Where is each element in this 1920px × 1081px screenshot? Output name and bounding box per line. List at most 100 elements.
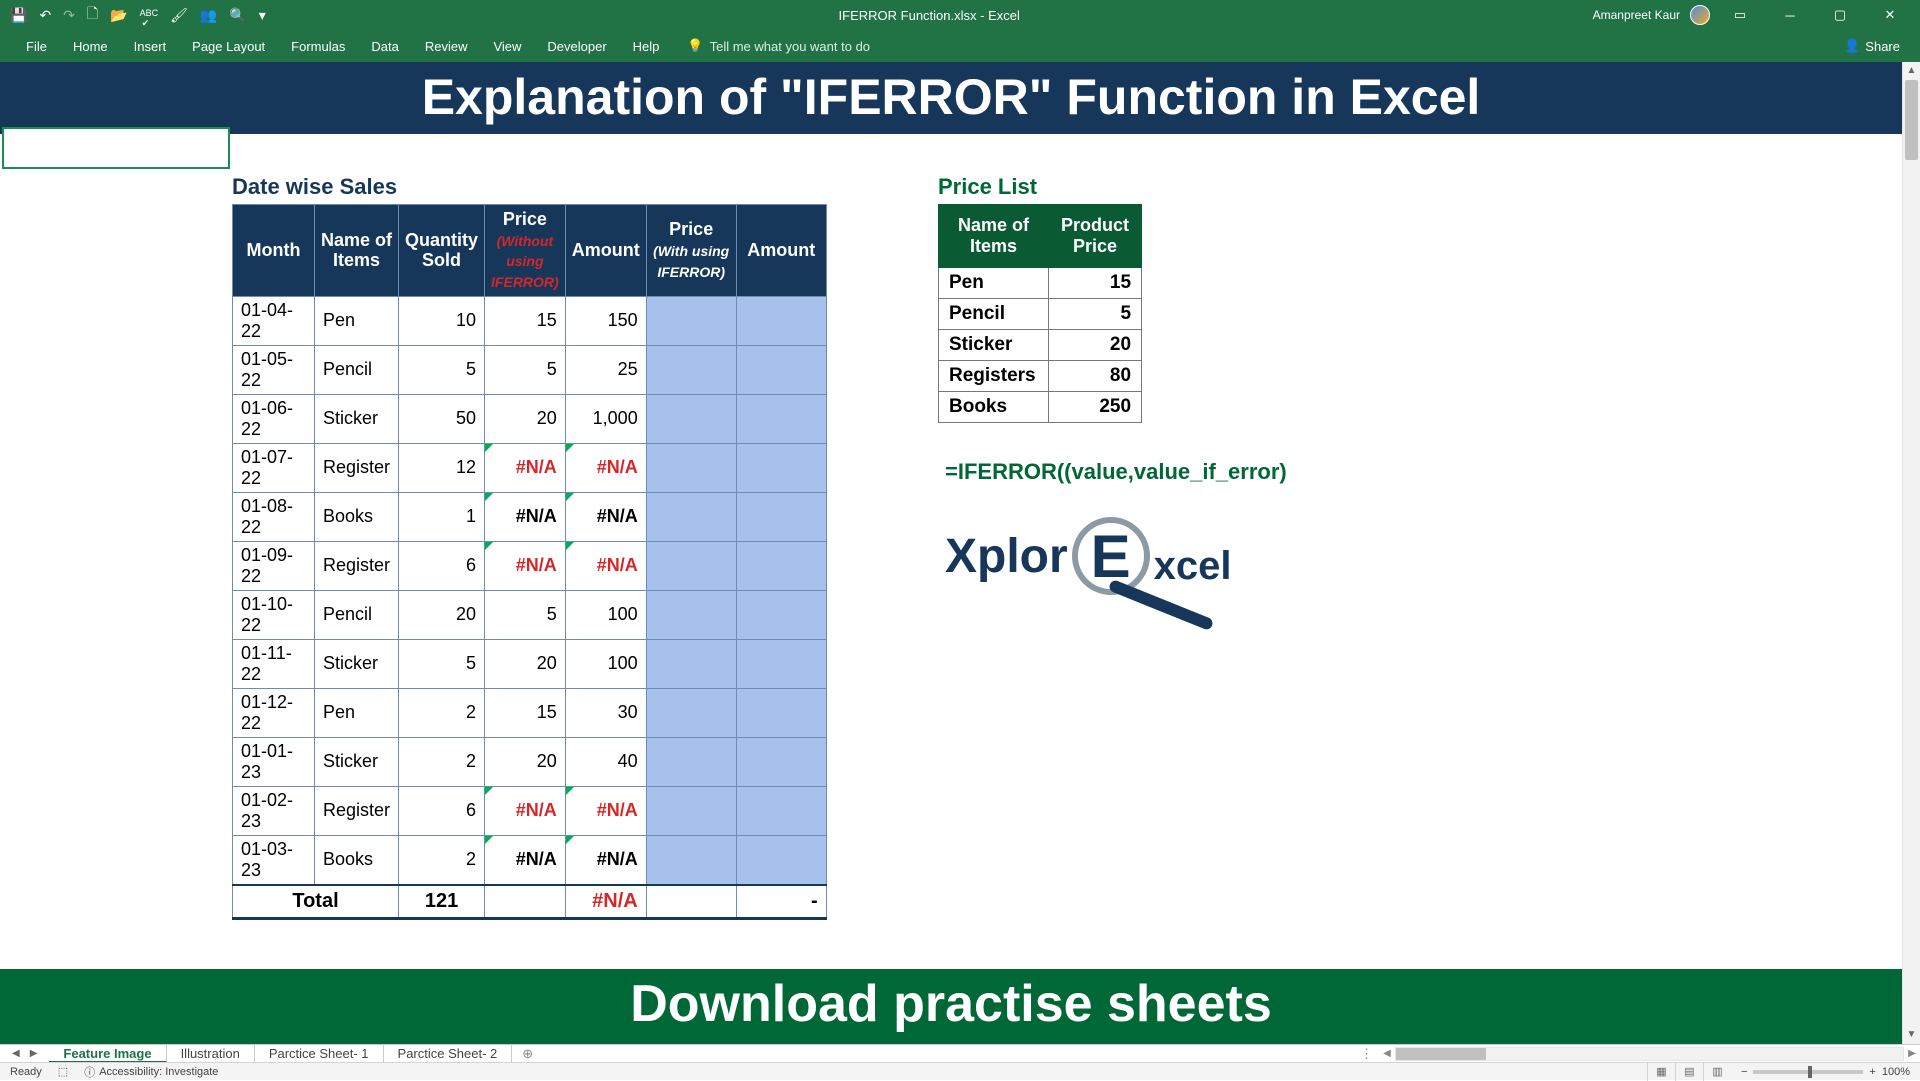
- scroll-right-icon[interactable]: ▶: [1904, 1048, 1920, 1059]
- sheet-tab-practice-1[interactable]: Parctice Sheet- 1: [255, 1045, 384, 1063]
- table-row[interactable]: Sticker20: [939, 330, 1142, 361]
- page-layout-view-icon[interactable]: ▤: [1675, 1063, 1703, 1081]
- cell-qty[interactable]: 2: [399, 835, 485, 885]
- page-break-view-icon[interactable]: ▥: [1703, 1063, 1731, 1081]
- cell-price-with[interactable]: [646, 737, 736, 786]
- cell-amount[interactable]: #N/A: [565, 443, 646, 492]
- cell-month[interactable]: 01-01-23: [233, 737, 315, 786]
- cell-qty[interactable]: 6: [399, 541, 485, 590]
- cell-qty[interactable]: 6: [399, 786, 485, 835]
- table-row[interactable]: 01-09-22Register6#N/A#N/A: [233, 541, 827, 590]
- cell-price-without[interactable]: 20: [485, 639, 566, 688]
- cell-item[interactable]: Sticker: [315, 737, 399, 786]
- pl-price[interactable]: 15: [1049, 268, 1142, 299]
- cell-qty[interactable]: 12: [399, 443, 485, 492]
- close-icon[interactable]: ✕: [1870, 0, 1910, 30]
- cell-price-without[interactable]: #N/A: [485, 835, 566, 885]
- share-icon[interactable]: 👥: [200, 7, 217, 24]
- cell-qty[interactable]: 20: [399, 590, 485, 639]
- cell-item[interactable]: Pencil: [315, 345, 399, 394]
- cell-amount[interactable]: #N/A: [565, 835, 646, 885]
- cell-amount[interactable]: 25: [565, 345, 646, 394]
- cell-amount[interactable]: #N/A: [565, 541, 646, 590]
- cell-price-without[interactable]: #N/A: [485, 786, 566, 835]
- share-button[interactable]: 👤 Share: [1844, 38, 1920, 54]
- table-row[interactable]: 01-07-22Register12#N/A#N/A: [233, 443, 827, 492]
- cell-amount2[interactable]: [736, 492, 826, 541]
- hscroll-thumb[interactable]: [1396, 1048, 1486, 1060]
- worksheet[interactable]: Explanation of "IFERROR" Function in Exc…: [0, 62, 1920, 1044]
- cell-item[interactable]: Books: [315, 835, 399, 885]
- cell-price-with[interactable]: [646, 541, 736, 590]
- cell-amount2[interactable]: [736, 345, 826, 394]
- pl-name[interactable]: Pen: [939, 268, 1049, 299]
- cell-amount2[interactable]: [736, 394, 826, 443]
- cell-month[interactable]: 01-12-22: [233, 688, 315, 737]
- tab-insert[interactable]: Insert: [122, 33, 179, 60]
- scroll-down-icon[interactable]: ▼: [1903, 1026, 1920, 1044]
- cell-amount2[interactable]: [736, 688, 826, 737]
- sheet-tab-feature-image[interactable]: Feature Image: [49, 1045, 166, 1063]
- new-file-icon[interactable]: 🗋: [87, 3, 98, 27]
- cell-price-with[interactable]: [646, 443, 736, 492]
- cell-price-without[interactable]: 15: [485, 688, 566, 737]
- table-row[interactable]: Pen15: [939, 268, 1142, 299]
- minimize-icon[interactable]: ─: [1770, 0, 1810, 30]
- cell-month[interactable]: 01-08-22: [233, 492, 315, 541]
- tab-data[interactable]: Data: [359, 33, 410, 60]
- zoom-out-icon[interactable]: −: [1741, 1066, 1747, 1078]
- sheet-tab-illustration[interactable]: Illustration: [167, 1045, 255, 1063]
- cell-amount2[interactable]: [736, 786, 826, 835]
- cell-price-without[interactable]: 15: [485, 296, 566, 345]
- cell-month[interactable]: 01-11-22: [233, 639, 315, 688]
- vertical-scrollbar[interactable]: ▲ ▼: [1902, 62, 1920, 1044]
- cell-month[interactable]: 01-09-22: [233, 541, 315, 590]
- cell-amount[interactable]: 100: [565, 639, 646, 688]
- table-row[interactable]: 01-02-23Register6#N/A#N/A: [233, 786, 827, 835]
- cell-price-without[interactable]: 5: [485, 345, 566, 394]
- cell-item[interactable]: Sticker: [315, 394, 399, 443]
- redo-icon[interactable]: ↷: [63, 7, 75, 24]
- cell-qty[interactable]: 5: [399, 639, 485, 688]
- cell-amount[interactable]: 40: [565, 737, 646, 786]
- scroll-left-icon[interactable]: ◀: [1379, 1048, 1395, 1059]
- cell-price-without[interactable]: #N/A: [485, 541, 566, 590]
- cell-amount2[interactable]: [736, 835, 826, 885]
- tab-formulas[interactable]: Formulas: [279, 33, 357, 60]
- cell-item[interactable]: Pen: [315, 296, 399, 345]
- table-row[interactable]: 01-08-22Books1#N/A#N/A: [233, 492, 827, 541]
- ribbon-display-icon[interactable]: ▭: [1720, 0, 1760, 30]
- cell-price-with[interactable]: [646, 590, 736, 639]
- pl-price[interactable]: 5: [1049, 299, 1142, 330]
- cell-amount[interactable]: #N/A: [565, 786, 646, 835]
- tell-me-search[interactable]: 💡 Tell me what you want to do: [687, 38, 870, 54]
- cell-amount2[interactable]: [736, 590, 826, 639]
- pl-price[interactable]: 20: [1049, 330, 1142, 361]
- pl-name[interactable]: Books: [939, 392, 1049, 423]
- format-painter-icon[interactable]: 🖌: [170, 7, 188, 24]
- cell-month[interactable]: 01-04-22: [233, 296, 315, 345]
- cell-price-without[interactable]: 20: [485, 394, 566, 443]
- table-row[interactable]: Pencil5: [939, 299, 1142, 330]
- table-row[interactable]: Registers80: [939, 361, 1142, 392]
- table-row[interactable]: 01-11-22Sticker520100: [233, 639, 827, 688]
- open-file-icon[interactable]: 📂: [110, 7, 127, 24]
- qat-customize-icon[interactable]: ▾: [259, 7, 266, 24]
- cell-amount[interactable]: 150: [565, 296, 646, 345]
- cell-month[interactable]: 01-10-22: [233, 590, 315, 639]
- maximize-icon[interactable]: ▢: [1820, 0, 1860, 30]
- cell-price-with[interactable]: [646, 835, 736, 885]
- normal-view-icon[interactable]: ▦: [1647, 1063, 1675, 1081]
- cell-qty[interactable]: 1: [399, 492, 485, 541]
- cell-price-without[interactable]: 5: [485, 590, 566, 639]
- pl-price[interactable]: 80: [1049, 361, 1142, 392]
- zoom-level[interactable]: 100%: [1882, 1066, 1910, 1078]
- tab-file[interactable]: File: [14, 33, 59, 60]
- table-row[interactable]: 01-05-22Pencil5525: [233, 345, 827, 394]
- cell-amount[interactable]: #N/A: [565, 492, 646, 541]
- cell-price-with[interactable]: [646, 639, 736, 688]
- selected-cell[interactable]: [2, 127, 230, 169]
- cell-item[interactable]: Books: [315, 492, 399, 541]
- tab-view[interactable]: View: [481, 33, 533, 60]
- user-name[interactable]: Amanpreet Kaur: [1593, 8, 1680, 22]
